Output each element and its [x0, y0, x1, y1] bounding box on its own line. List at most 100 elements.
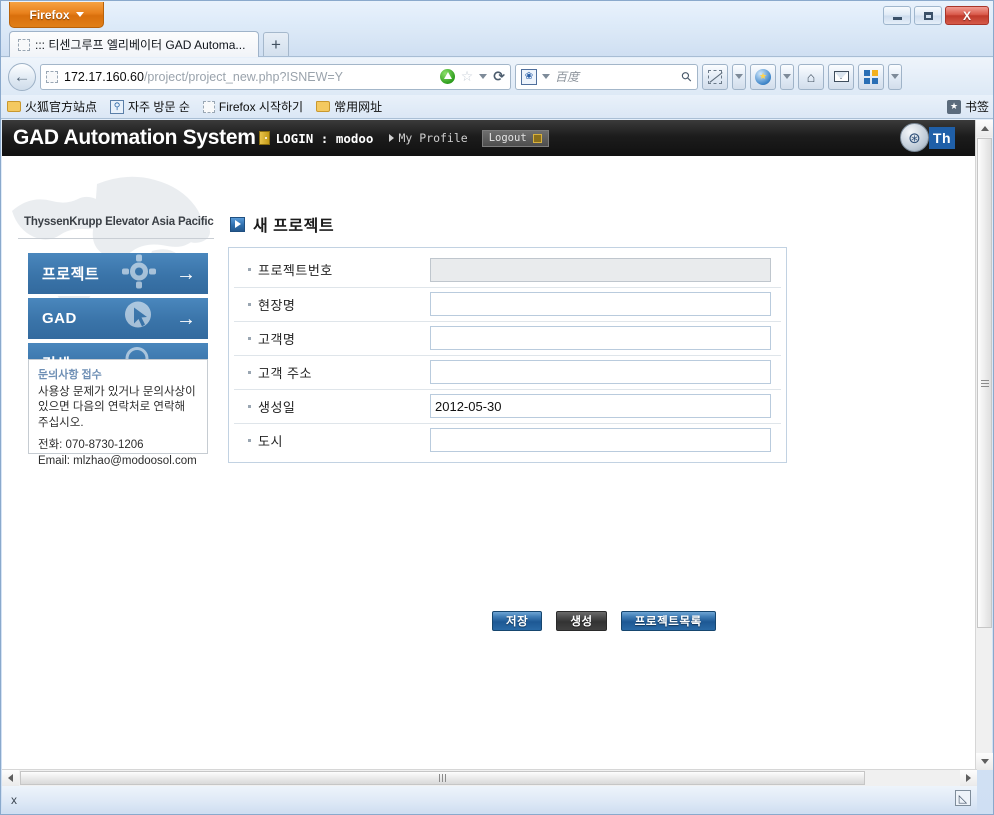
- triangle-up-icon: [980, 126, 989, 131]
- grip-icon: [980, 379, 989, 387]
- field-label: 고객명: [258, 331, 296, 347]
- field-label: 생성일: [258, 399, 296, 415]
- addon-button[interactable]: ★: [750, 63, 776, 90]
- grid-icon: [864, 69, 878, 84]
- chevron-down-icon[interactable]: [542, 74, 550, 79]
- project-form: 프로젝트번호 현장명 고객명 고객 주소 생성일 2012-05-30 도시: [228, 247, 787, 463]
- bullet-icon: [248, 370, 251, 374]
- logout-label: Logout: [488, 132, 527, 144]
- my-profile-label: My Profile: [398, 131, 468, 145]
- maximize-button[interactable]: [914, 6, 942, 25]
- url-bar[interactable]: 172.17.160.60/project/project_new.php?IS…: [40, 63, 511, 90]
- apps-dropdown-button[interactable]: [888, 63, 902, 90]
- sidebar-item-label: 검색: [42, 356, 71, 373]
- bookmark-item-3[interactable]: 常用网址: [316, 98, 382, 115]
- sidebar-item-project[interactable]: 프로젝트 →: [28, 253, 208, 296]
- magnifier-icon: ⚲: [110, 99, 125, 114]
- reload-icon[interactable]: ⟳: [493, 68, 505, 85]
- chevron-down-icon: [75, 12, 84, 17]
- home-button[interactable]: ⌂: [798, 63, 824, 90]
- created-date-input[interactable]: [430, 394, 771, 418]
- customer-name-input[interactable]: [430, 326, 771, 350]
- go-icon[interactable]: [439, 69, 455, 84]
- status-close-icon[interactable]: x: [11, 793, 17, 807]
- window-controls: X: [883, 6, 989, 25]
- minimize-icon: [892, 17, 902, 20]
- scroll-up-button[interactable]: [976, 120, 993, 137]
- search-bar[interactable]: ❀ 百度 ⚲: [515, 63, 698, 90]
- mail-button[interactable]: [828, 63, 854, 90]
- play-square-icon: [230, 216, 245, 232]
- contact-body-line-3: 주십시오.: [38, 416, 84, 429]
- scroll-right-button[interactable]: [960, 770, 977, 786]
- vertical-scroll-thumb[interactable]: [977, 138, 992, 628]
- bookmark-star-icon[interactable]: ☆: [461, 68, 474, 85]
- apps-button[interactable]: [858, 63, 884, 90]
- bullet-icon: [248, 268, 251, 272]
- maximize-icon: [923, 11, 933, 20]
- minimize-button[interactable]: [883, 6, 911, 25]
- horizontal-scroll-thumb[interactable]: [20, 771, 865, 785]
- bookmarks-menu-button[interactable]: ★ 书签: [946, 98, 989, 115]
- form-input-cell: [430, 355, 781, 390]
- scroll-left-button[interactable]: [2, 770, 19, 786]
- form-action-buttons: 저장 생성 프로젝트목록: [492, 611, 716, 631]
- project-number-input[interactable]: [430, 257, 771, 282]
- addon-dropdown-button[interactable]: [780, 63, 794, 90]
- bookmark-label: 常用网址: [334, 100, 383, 114]
- exit-icon: [532, 133, 542, 143]
- project-form-card: 프로젝트번호 현장명 고객명 고객 주소 생성일 2012-05-30 도시: [228, 247, 787, 463]
- site-name-input[interactable]: [430, 292, 771, 316]
- navigation-toolbar: ← 172.17.160.60/project/project_new.php?…: [1, 58, 993, 95]
- screenshot-dropdown-button[interactable]: [732, 63, 746, 90]
- page-title: 새 프로젝트: [230, 212, 334, 236]
- baidu-icon[interactable]: ❀: [521, 68, 537, 85]
- project-list-button[interactable]: 프로젝트목록: [620, 611, 716, 631]
- chevron-down-icon[interactable]: [479, 74, 488, 79]
- search-icon[interactable]: ⚲: [678, 67, 696, 85]
- bookmark-item-0[interactable]: 火狐官方站点: [7, 98, 97, 115]
- arrow-right-icon: →: [176, 352, 196, 375]
- bookmark-item-1[interactable]: ⚲ 자주 방문 순: [110, 98, 190, 115]
- site-header: GAD Automation System LOGIN : modoo My P…: [2, 120, 977, 156]
- bookmark-label: 火狐官方站点: [25, 100, 98, 114]
- door-icon: [258, 131, 270, 145]
- form-row-customer-address: 고객 주소: [234, 355, 781, 390]
- contact-body-line-2: 있으면 다음의 연락처로 연락해: [38, 401, 186, 414]
- form-row-site-name: 현장명: [234, 287, 781, 322]
- form-input-cell: [430, 253, 781, 288]
- page-body: ThyssenKrupp Elevator Asia Pacific 프로젝트 …: [2, 156, 977, 770]
- project-form-table: 프로젝트번호 현장명 고객명 고객 주소 생성일 2012-05-30 도시: [234, 253, 781, 457]
- horizontal-scrollbar[interactable]: [2, 769, 977, 786]
- scroll-down-button[interactable]: [976, 753, 993, 770]
- tab-active[interactable]: ::: 티센그루프 엘리베이터 GAD Automa...: [9, 31, 259, 57]
- form-label-cell: 고객 주소: [234, 355, 430, 390]
- resize-grip-icon[interactable]: ◺: [955, 790, 971, 806]
- city-input[interactable]: [430, 428, 771, 453]
- firefox-menu-button[interactable]: Firefox: [9, 2, 104, 28]
- page-viewport: GAD Automation System LOGIN : modoo My P…: [2, 120, 977, 770]
- bookmarks-menu-label: 书签: [964, 100, 989, 114]
- screenshot-tool-button[interactable]: [702, 63, 728, 90]
- search-input[interactable]: 百度: [555, 68, 677, 85]
- save-button[interactable]: 저장: [492, 611, 543, 631]
- sidebar-item-gad[interactable]: GAD →: [28, 298, 208, 341]
- triangle-down-icon: [980, 759, 989, 764]
- close-button[interactable]: X: [945, 6, 989, 25]
- customer-address-input[interactable]: [430, 360, 771, 384]
- logout-button[interactable]: Logout: [481, 129, 549, 147]
- create-button[interactable]: 생성: [556, 611, 607, 631]
- thyssenkrupp-logo: ⊛ Th: [899, 123, 955, 152]
- bookmark-item-2[interactable]: Firefox 시작하기: [202, 98, 303, 115]
- arrow-right-icon: →: [176, 262, 196, 285]
- vertical-scrollbar[interactable]: [975, 120, 993, 770]
- gear-icon: [122, 254, 156, 293]
- form-label-cell: 현장명: [234, 287, 430, 322]
- new-tab-button[interactable]: +: [263, 32, 289, 56]
- page-title-text: 새 프로젝트: [253, 218, 335, 235]
- back-arrow-icon: ←: [13, 66, 31, 86]
- arrow-right-icon: →: [176, 307, 196, 330]
- my-profile-link[interactable]: My Profile: [389, 131, 468, 145]
- back-button[interactable]: ←: [8, 62, 36, 91]
